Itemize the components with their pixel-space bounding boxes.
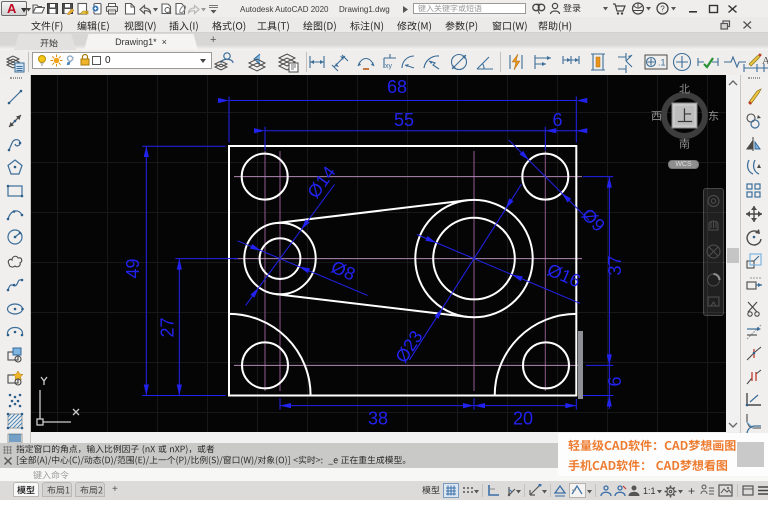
svg-text:55: 55 [394, 110, 414, 130]
svg-text:?: ? [660, 5, 665, 14]
svg-text:.1: .1 [658, 58, 666, 68]
svg-text:A: A [762, 55, 768, 67]
svg-text:6: 6 [605, 376, 625, 386]
svg-text:27: 27 [158, 317, 178, 337]
svg-text:Ø9: Ø9 [578, 205, 609, 236]
svg-text:Ø23: Ø23 [391, 327, 426, 366]
svg-text:xy: xy [385, 63, 393, 70]
svg-text:49: 49 [123, 258, 143, 278]
svg-text:68: 68 [387, 77, 407, 97]
svg-text:Ø16: Ø16 [544, 260, 583, 292]
svg-text:20: 20 [513, 409, 533, 429]
svg-text:6: 6 [552, 110, 562, 130]
svg-text:38: 38 [368, 409, 388, 429]
svg-text:37: 37 [605, 255, 625, 275]
svg-text:Ø14: Ø14 [303, 163, 339, 202]
